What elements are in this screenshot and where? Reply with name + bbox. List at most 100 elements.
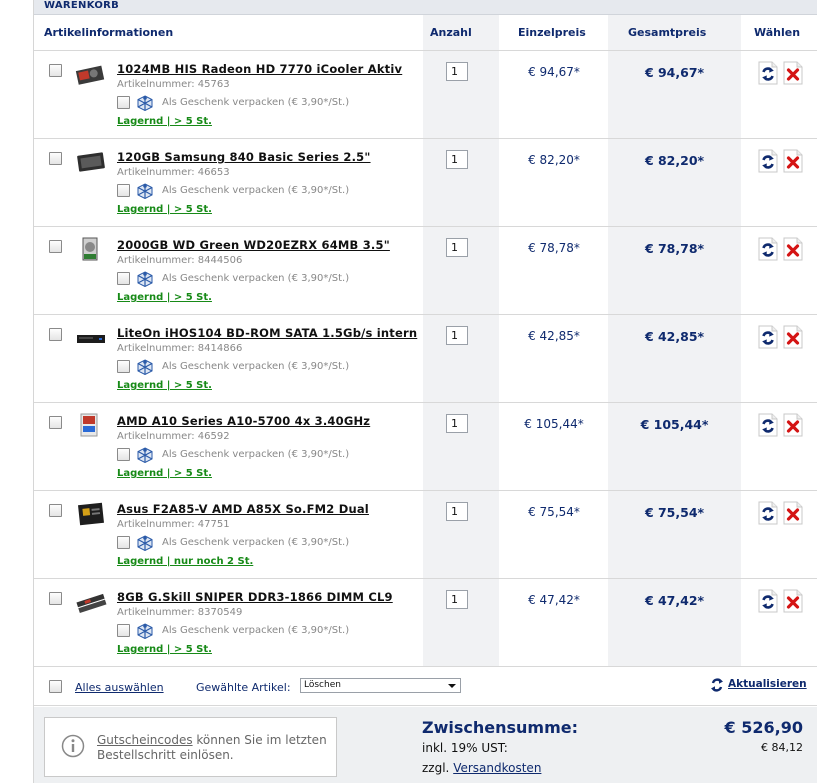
gift-wrap-checkbox[interactable] (117, 360, 130, 373)
update-item-button[interactable] (758, 61, 778, 85)
update-item-button[interactable] (758, 325, 778, 349)
product-name-link[interactable]: 1024MB HIS Radeon HD 7770 iCooler Aktiv (117, 62, 402, 76)
product-name-link[interactable]: AMD A10 Series A10-5700 4x 3.40GHz (117, 414, 370, 428)
bulk-action-select[interactable]: Löschen (300, 678, 461, 693)
total-price: € 78,78* (644, 241, 705, 256)
cart-title: WARENKORB (44, 0, 120, 11)
voucher-notice: Gutscheincodes können Sie im letzten Bes… (44, 717, 337, 777)
vat-value: € 84,12 (761, 741, 803, 754)
article-number: Artikelnummer: 47751 (117, 519, 230, 530)
product-thumbnail[interactable] (75, 236, 107, 264)
stock-status[interactable]: Lagernd | > 5 St. (117, 380, 212, 391)
select-all-checkbox[interactable] (49, 680, 62, 693)
update-cart-link[interactable]: Aktualisieren (728, 678, 807, 690)
stock-status[interactable]: Lagernd | > 5 St. (117, 468, 212, 479)
product-name-link[interactable]: 8GB G.Skill SNIPER DDR3-1866 DIMM CL9 (117, 590, 393, 604)
gift-wrap-label: Als Geschenk verpacken (€ 3,90*/St.) (162, 185, 350, 196)
header-quantity: Anzahl (430, 26, 472, 39)
delete-item-button[interactable] (783, 325, 803, 349)
shipping-note: zzgl. Versandkosten (422, 761, 541, 775)
product-thumbnail[interactable] (75, 148, 107, 176)
total-price: € 82,20* (644, 153, 705, 168)
product-thumbnail[interactable] (75, 412, 107, 440)
update-item-button[interactable] (758, 413, 778, 437)
quantity-input[interactable]: 1 (446, 414, 468, 433)
bulk-actions-bar: Alles auswählen Gewählte Artikel: Lösche… (34, 666, 817, 706)
item-select-checkbox[interactable] (49, 504, 62, 517)
stock-status[interactable]: Lagernd | nur noch 2 St. (117, 556, 253, 567)
item-select-checkbox[interactable] (49, 64, 62, 77)
unit-price: € 82,20* (528, 153, 580, 167)
cart-footer: Gutscheincodes können Sie im letzten Bes… (34, 707, 817, 783)
subtotal-label: Zwischensumme: (422, 718, 579, 737)
product-name-link[interactable]: 120GB Samsung 840 Basic Series 2.5" (117, 150, 371, 164)
cart-panel: WARENKORB Artikelinformationen Anzahl Ei… (33, 0, 817, 783)
item-select-checkbox[interactable] (49, 592, 62, 605)
gift-wrap-checkbox[interactable] (117, 184, 130, 197)
quantity-input[interactable]: 1 (446, 502, 468, 521)
update-item-button[interactable] (758, 501, 778, 525)
item-select-checkbox[interactable] (49, 328, 62, 341)
product-thumbnail[interactable] (75, 500, 107, 528)
gift-icon (137, 359, 153, 376)
delete-item-button[interactable] (783, 61, 803, 85)
delete-item-button[interactable] (783, 501, 803, 525)
delete-item-button[interactable] (783, 413, 803, 437)
quantity-input[interactable]: 1 (446, 590, 468, 609)
shipping-costs-link[interactable]: Versandkosten (453, 761, 541, 775)
select-all-link[interactable]: Alles auswählen (75, 681, 164, 694)
bulk-action-value: Löschen (304, 680, 341, 690)
header-total-price: Gesamtpreis (628, 26, 707, 39)
gift-wrap-label: Als Geschenk verpacken (€ 3,90*/St.) (162, 361, 350, 372)
unit-price: € 75,54* (528, 505, 580, 519)
delete-item-button[interactable] (783, 237, 803, 261)
gift-icon (137, 95, 153, 112)
stock-status[interactable]: Lagernd | > 5 St. (117, 644, 212, 655)
product-name-link[interactable]: Asus F2A85-V AMD A85X So.FM2 Dual (117, 502, 369, 516)
unit-price: € 78,78* (528, 241, 580, 255)
item-select-checkbox[interactable] (49, 416, 62, 429)
gift-icon (137, 623, 153, 640)
product-thumbnail[interactable] (75, 60, 107, 88)
quantity-input[interactable]: 1 (446, 150, 468, 169)
update-item-button[interactable] (758, 149, 778, 173)
article-number: Artikelnummer: 46592 (117, 431, 230, 442)
update-item-button[interactable] (758, 589, 778, 613)
stock-status[interactable]: Lagernd | > 5 St. (117, 292, 212, 303)
selected-items-label: Gewählte Artikel: (196, 681, 291, 694)
item-select-checkbox[interactable] (49, 152, 62, 165)
gift-wrap-checkbox[interactable] (117, 448, 130, 461)
cart-title-bar: WARENKORB (34, 0, 817, 15)
gift-wrap-checkbox[interactable] (117, 624, 130, 637)
vat-label: inkl. 19% UST: (422, 741, 508, 755)
table-header: Artikelinformationen Anzahl Einzelpreis … (34, 15, 817, 51)
gift-wrap-checkbox[interactable] (117, 536, 130, 549)
delete-item-button[interactable] (783, 589, 803, 613)
cart-item-row: 1024MB HIS Radeon HD 7770 iCooler Aktiv A… (34, 51, 817, 139)
quantity-input[interactable]: 1 (446, 326, 468, 345)
quantity-input[interactable]: 1 (446, 62, 468, 81)
item-select-checkbox[interactable] (49, 240, 62, 253)
cart-item-row: LiteOn iHOS104 BD-ROM SATA 1.5Gb/s inter… (34, 315, 817, 403)
gift-wrap-checkbox[interactable] (117, 272, 130, 285)
gift-icon (137, 183, 153, 200)
product-thumbnail[interactable] (75, 588, 107, 616)
total-price: € 94,67* (644, 65, 705, 80)
stock-status[interactable]: Lagernd | > 5 St. (117, 116, 212, 127)
total-price: € 105,44* (640, 417, 709, 432)
voucher-codes-link[interactable]: Gutscheincodes (97, 733, 193, 747)
delete-item-button[interactable] (783, 149, 803, 173)
chevron-down-icon (448, 684, 456, 688)
header-article-info: Artikelinformationen (44, 26, 174, 39)
header-unit-price: Einzelpreis (518, 26, 586, 39)
product-name-link[interactable]: 2000GB WD Green WD20EZRX 64MB 3.5" (117, 238, 390, 252)
quantity-input[interactable]: 1 (446, 238, 468, 257)
info-icon (61, 734, 85, 758)
gift-wrap-label: Als Geschenk verpacken (€ 3,90*/St.) (162, 97, 350, 108)
product-thumbnail[interactable] (75, 324, 107, 352)
stock-status[interactable]: Lagernd | > 5 St. (117, 204, 212, 215)
refresh-icon[interactable] (710, 677, 724, 693)
update-item-button[interactable] (758, 237, 778, 261)
product-name-link[interactable]: LiteOn iHOS104 BD-ROM SATA 1.5Gb/s inter… (117, 326, 417, 340)
gift-wrap-checkbox[interactable] (117, 96, 130, 109)
